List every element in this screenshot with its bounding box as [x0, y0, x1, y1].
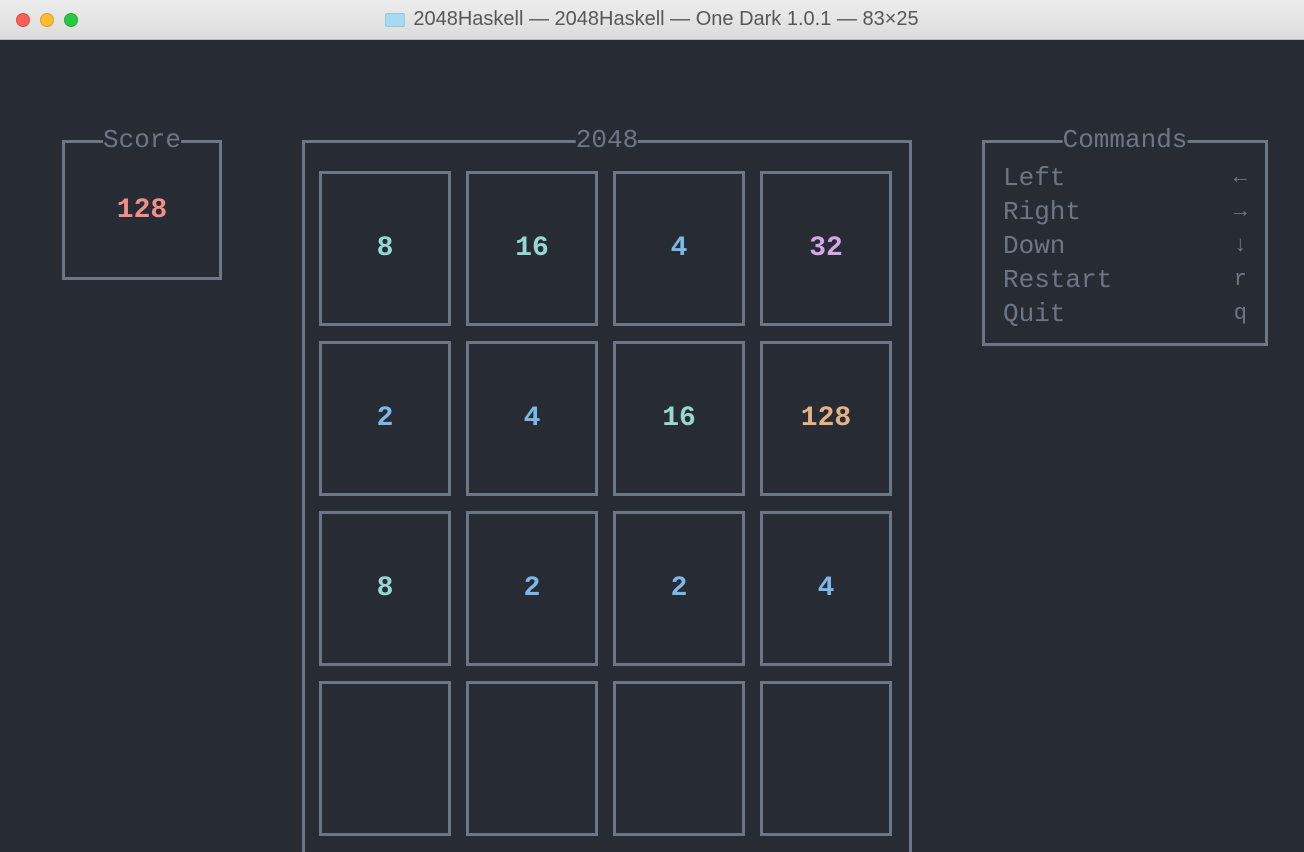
minimize-window-button[interactable] — [40, 13, 54, 27]
zoom-window-button[interactable] — [64, 13, 78, 27]
command-name: Right — [1003, 195, 1081, 229]
command-name: Left — [1003, 161, 1065, 195]
tile-r1-c0: 2 — [319, 341, 451, 496]
tile-r0-c3: 32 — [760, 171, 892, 326]
command-key: q — [1234, 297, 1247, 331]
window-title: 2048Haskell — 2048Haskell — One Dark 1.0… — [413, 8, 918, 31]
tile-r3-c1 — [466, 681, 598, 836]
tile-r0-c0: 8 — [319, 171, 451, 326]
game-grid: 81643224161288224 — [305, 143, 909, 852]
tile-r3-c0 — [319, 681, 451, 836]
command-key: r — [1234, 263, 1247, 297]
terminal-area[interactable]: Score 128 2048 81643224161288224 Command… — [0, 40, 1304, 852]
tile-r2-c3: 4 — [760, 511, 892, 666]
command-row-left: Left ← — [1003, 161, 1247, 195]
score-label: Score — [103, 125, 181, 155]
command-key: → — [1234, 195, 1247, 229]
command-row-restart: Restart r — [1003, 263, 1247, 297]
tile-r1-c1: 4 — [466, 341, 598, 496]
command-key: ← — [1234, 161, 1247, 195]
commands-panel: Commands Left←Right→Down↓RestartrQuitq — [982, 140, 1268, 346]
command-row-right: Right → — [1003, 195, 1247, 229]
command-key: ↓ — [1234, 229, 1247, 263]
command-name: Quit — [1003, 297, 1065, 331]
command-name: Down — [1003, 229, 1065, 263]
game-panel: 2048 81643224161288224 — [302, 140, 912, 852]
commands-list: Left ← Right → Down ↓ Restart r Quit q — [985, 143, 1265, 341]
window-titlebar: 2048Haskell — 2048Haskell — One Dark 1.0… — [0, 0, 1304, 40]
command-row-quit: Quit q — [1003, 297, 1247, 331]
score-panel: Score 128 — [62, 140, 222, 280]
traffic-lights — [16, 13, 78, 27]
tile-r3-c2 — [613, 681, 745, 836]
tile-r1-c3: 128 — [760, 341, 892, 496]
game-label: 2048 — [576, 125, 638, 155]
tile-r1-c2: 16 — [613, 341, 745, 496]
commands-label: Commands — [1063, 125, 1188, 155]
score-value: 128 — [65, 143, 219, 277]
tile-r3-c3 — [760, 681, 892, 836]
tile-r2-c0: 8 — [319, 511, 451, 666]
command-name: Restart — [1003, 263, 1112, 297]
tile-r2-c1: 2 — [466, 511, 598, 666]
command-row-down: Down ↓ — [1003, 229, 1247, 263]
tile-r0-c2: 4 — [613, 171, 745, 326]
window-title-wrap: 2048Haskell — 2048Haskell — One Dark 1.0… — [0, 8, 1304, 31]
tile-r0-c1: 16 — [466, 171, 598, 326]
folder-icon — [385, 13, 405, 27]
tile-r2-c2: 2 — [613, 511, 745, 666]
close-window-button[interactable] — [16, 13, 30, 27]
